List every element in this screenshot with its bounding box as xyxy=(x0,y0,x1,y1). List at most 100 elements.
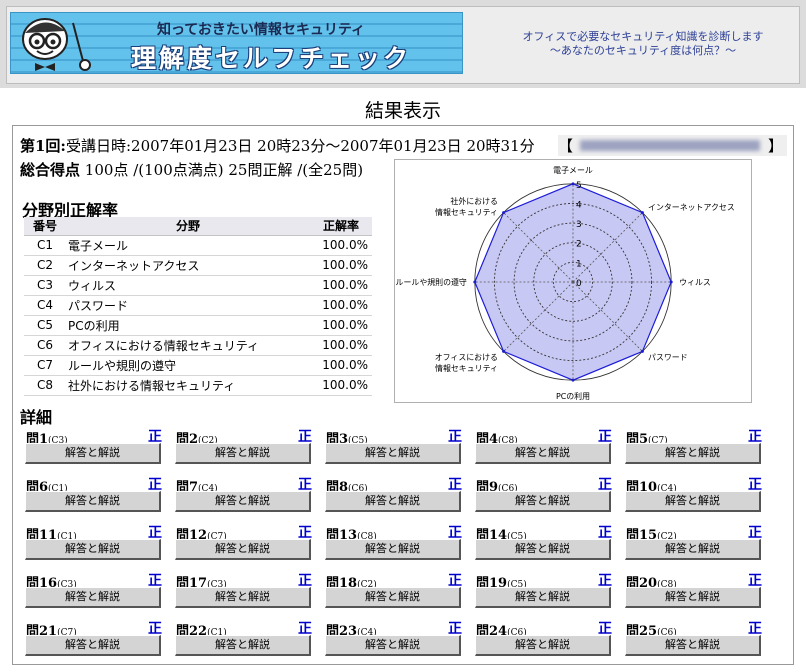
answer-explanation-button[interactable]: 解答と解説 xyxy=(25,491,161,512)
question-card: 問15(C2) 正解答と解説 xyxy=(624,522,764,562)
answer-explanation-button[interactable]: 解答と解説 xyxy=(475,539,611,560)
table-row: C6 オフィスにおける情報セキュリティ 100.0% xyxy=(24,335,372,356)
row-rate: 100.0% xyxy=(310,375,372,396)
answer-explanation-button[interactable]: 解答と解説 xyxy=(325,587,461,608)
question-card: 問16(C3) 正解答と解説 xyxy=(24,570,164,610)
header-tagline: オフィスで必要なセキュリティ知識を診断します ～あなたのセキュリティ度は何点？～ xyxy=(510,30,776,58)
radar-axis-label: インターネットアクセス xyxy=(648,203,735,212)
row-category: 社外における情報セキュリティ xyxy=(66,375,310,396)
table-row: C4 パスワード 100.0% xyxy=(24,295,372,316)
row-category: パスワード xyxy=(66,295,310,316)
answer-explanation-button[interactable]: 解答と解説 xyxy=(475,443,611,464)
answer-explanation-button[interactable]: 解答と解説 xyxy=(625,443,761,464)
answer-explanation-button[interactable]: 解答と解説 xyxy=(475,491,611,512)
radar-point xyxy=(502,349,506,353)
question-card: 問11(C1) 正解答と解説 xyxy=(24,522,164,562)
question-card: 問8(C6) 正解答と解説 xyxy=(324,474,464,514)
session-label: 第1回: xyxy=(20,137,66,155)
col-rate: 正解率 xyxy=(310,217,372,236)
question-card: 問4(C8) 正解答と解説 xyxy=(474,426,614,466)
col-number: 番号 xyxy=(24,217,66,236)
col-category: 分野 xyxy=(66,217,310,236)
answer-explanation-button[interactable]: 解答と解説 xyxy=(325,491,461,512)
radar-tick-label: 5 xyxy=(576,181,582,191)
radar-tick-label: 2 xyxy=(576,240,582,250)
question-card: 問13(C8) 正解答と解説 xyxy=(324,522,464,562)
tagline-line2: ～あなたのセキュリティ度は何点？～ xyxy=(549,44,737,57)
radar-chart: 0 1 2 3 4 5 電子メールインターネットアクセスウィルスパスワード PCの利用 オフィス… xyxy=(394,159,752,403)
email-bracket-open: 【 xyxy=(558,137,574,155)
table-row: C5 PCの利用 100.0% xyxy=(24,315,372,336)
row-rate: 100.0% xyxy=(310,335,372,356)
answer-explanation-button[interactable]: 解答と解説 xyxy=(25,587,161,608)
table-row: C2 インターネットアクセス 100.0% xyxy=(24,255,372,276)
answer-explanation-button[interactable]: 解答と解説 xyxy=(175,491,311,512)
question-card: 問24(C6) 正解答と解説 xyxy=(474,618,614,658)
row-number: C8 xyxy=(24,375,66,396)
radar-point xyxy=(669,280,673,284)
answer-explanation-button[interactable]: 解答と解説 xyxy=(25,443,161,464)
answer-explanation-button[interactable]: 解答と解説 xyxy=(625,491,761,512)
answer-explanation-button[interactable]: 解答と解説 xyxy=(475,587,611,608)
score-label: 総合得点 xyxy=(20,161,81,179)
row-category: ルールや規則の遵守 xyxy=(66,355,310,376)
user-email: 【 】 xyxy=(558,135,787,156)
tagline-line1: オフィスで必要なセキュリティ知識を診断します xyxy=(522,30,764,43)
row-number: C3 xyxy=(24,275,66,296)
answer-explanation-button[interactable]: 解答と解説 xyxy=(25,539,161,560)
answer-explanation-button[interactable]: 解答と解説 xyxy=(625,587,761,608)
row-category: オフィスにおける情報セキュリティ xyxy=(66,335,310,356)
banner-subtitle: 知っておきたい情報セキュリティ xyxy=(156,22,366,38)
question-card: 問6(C1) 正解答と解説 xyxy=(24,474,164,514)
total-score: 総合得点 100点 /(100点満点) 25問正解 /(全25問) xyxy=(20,159,363,180)
radar-point xyxy=(640,211,644,215)
radar-axis-label: 電子メール xyxy=(553,166,593,175)
email-bracket-close: 】 xyxy=(767,137,783,155)
answer-explanation-button[interactable]: 解答と解説 xyxy=(175,443,311,464)
answer-explanation-button[interactable]: 解答と解説 xyxy=(175,539,311,560)
row-rate: 100.0% xyxy=(310,275,372,296)
radar-axis-label: 社外における情報セキュリティ xyxy=(435,196,498,217)
details-heading: 詳細 xyxy=(20,408,53,427)
session-datetime: 受講日時:2007年01月23日 20時23分～2007年01月23日 20時3… xyxy=(65,137,535,155)
question-card: 問12(C7) 正解答と解説 xyxy=(174,522,314,562)
question-card: 問14(C5) 正解答と解説 xyxy=(474,522,614,562)
radar-point xyxy=(502,211,506,215)
row-number: C2 xyxy=(24,255,66,276)
table-row: C1 電子メール 100.0% xyxy=(24,235,372,256)
answer-explanation-button[interactable]: 解答と解説 xyxy=(325,539,461,560)
question-card: 問7(C4) 正解答と解説 xyxy=(174,474,314,514)
question-card: 問3(C5) 正解答と解説 xyxy=(324,426,464,466)
radar-tick-label: 3 xyxy=(576,220,582,230)
question-card: 問23(C4) 正解答と解説 xyxy=(324,618,464,658)
row-rate: 100.0% xyxy=(310,235,372,256)
question-card: 問1(C3) 正解答と解説 xyxy=(24,426,164,466)
row-number: C1 xyxy=(24,235,66,256)
radar-point xyxy=(473,280,477,284)
answer-explanation-button[interactable]: 解答と解説 xyxy=(25,635,161,656)
table-row: C8 社外における情報セキュリティ 100.0% xyxy=(24,375,372,396)
answer-explanation-button[interactable]: 解答と解説 xyxy=(625,539,761,560)
radar-tick-label: 4 xyxy=(576,200,582,210)
question-card: 問10(C4) 正解答と解説 xyxy=(624,474,764,514)
banner-title: 理解度セルフチェック xyxy=(130,44,411,73)
session-info: 第1回:受講日時:2007年01月23日 20時23分～2007年01月23日 … xyxy=(20,135,535,156)
answer-explanation-button[interactable]: 解答と解説 xyxy=(325,443,461,464)
score-value: 100点 /(100点満点) 25問正解 /(全25問) xyxy=(84,161,364,179)
question-card: 問19(C5) 正解答と解説 xyxy=(474,570,614,610)
email-redacted xyxy=(580,140,760,151)
answer-explanation-button[interactable]: 解答と解説 xyxy=(175,635,311,656)
mascot-icon xyxy=(22,18,91,71)
table-header-row: 番号 分野 正解率 xyxy=(24,217,372,236)
radar-axis-label: パスワード xyxy=(648,353,688,362)
answer-explanation-button[interactable]: 解答と解説 xyxy=(325,635,461,656)
answer-explanation-button[interactable]: 解答と解説 xyxy=(475,635,611,656)
table-row: C7 ルールや規則の遵守 100.0% xyxy=(24,355,372,376)
radar-point xyxy=(640,349,644,353)
row-number: C6 xyxy=(24,335,66,356)
question-card: 問2(C2) 正解答と解説 xyxy=(174,426,314,466)
answer-explanation-button[interactable]: 解答と解説 xyxy=(625,635,761,656)
row-number: C4 xyxy=(24,295,66,316)
answer-explanation-button[interactable]: 解答と解説 xyxy=(175,587,311,608)
page-title: 結果表示 xyxy=(364,100,441,122)
